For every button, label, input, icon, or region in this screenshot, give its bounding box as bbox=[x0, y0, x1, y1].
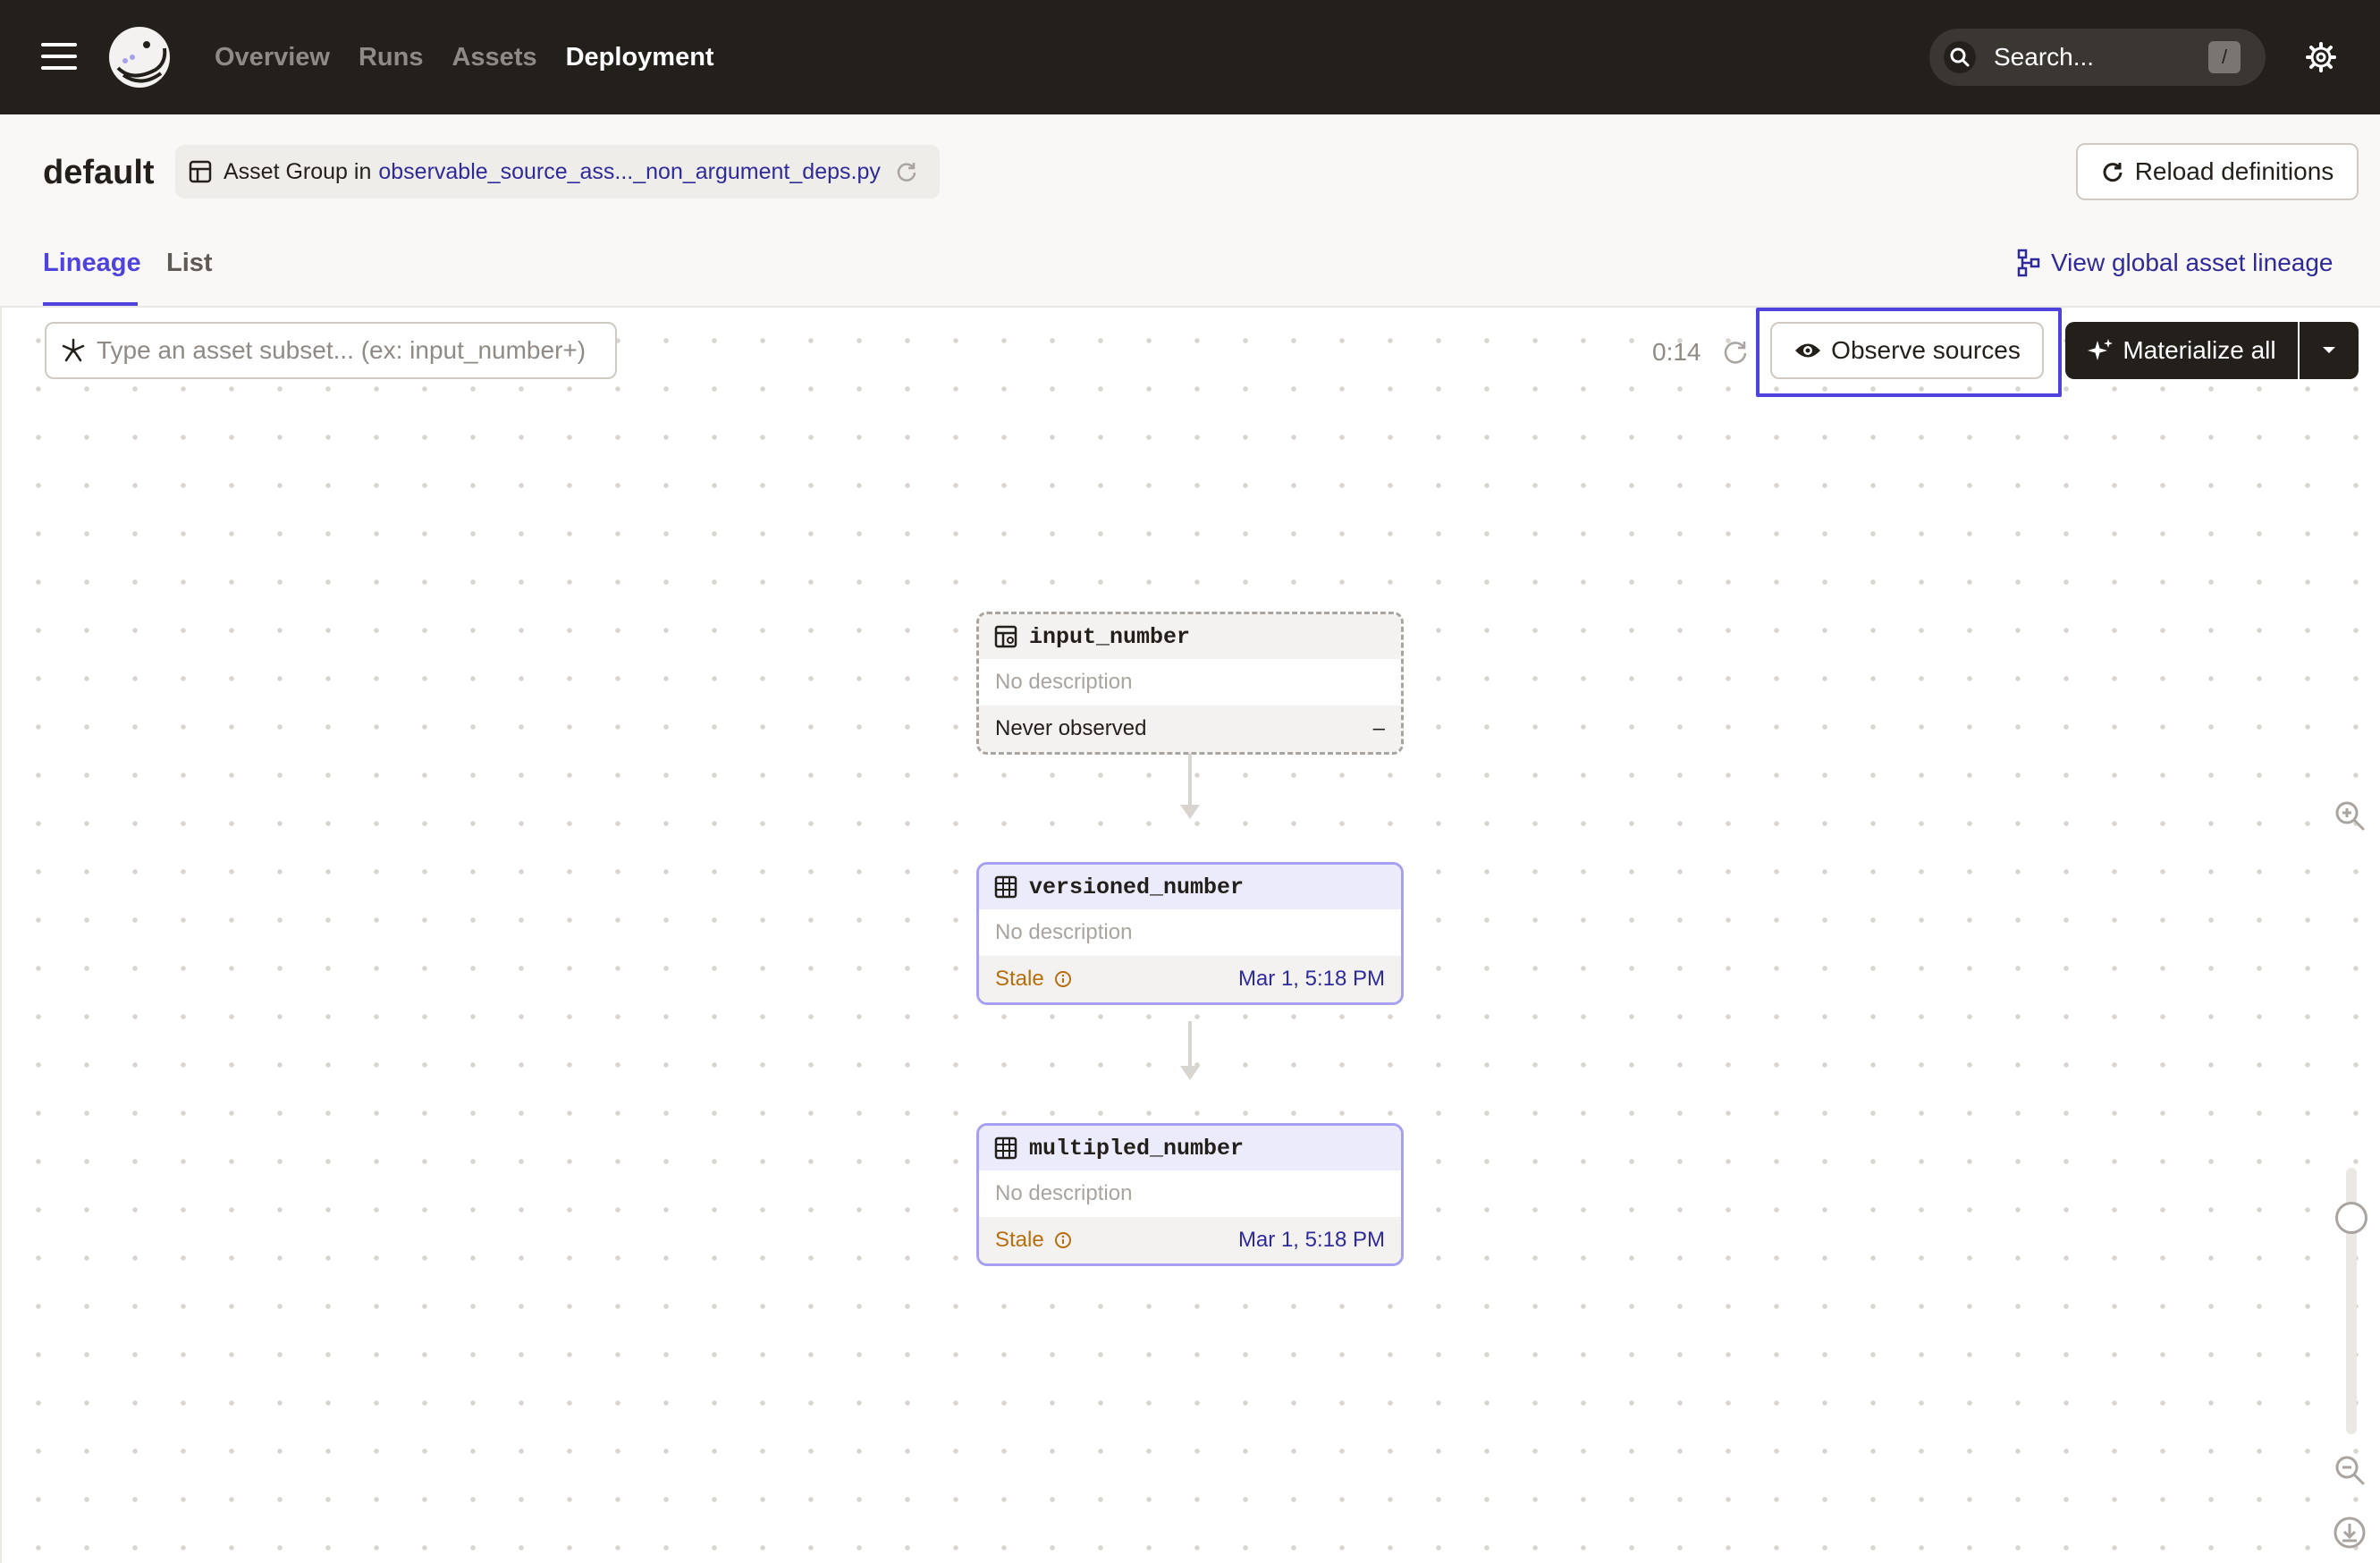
reload-definitions-label: Reload definitions bbox=[2134, 157, 2334, 185]
asset-node-name: multipled_number bbox=[1029, 1135, 1245, 1162]
asset-node-name: versioned_number bbox=[1029, 874, 1245, 900]
asset-node-header: multipled_number bbox=[979, 1126, 1401, 1170]
source-table-icon bbox=[994, 625, 1017, 648]
search-bar[interactable]: Search... / bbox=[1929, 29, 2266, 86]
stale-status[interactable]: Stale bbox=[995, 967, 1044, 992]
asset-node-name: input_number bbox=[1029, 623, 1191, 650]
asset-node-description: No description bbox=[979, 659, 1401, 705]
asterisk-icon bbox=[62, 338, 85, 362]
table-icon bbox=[994, 875, 1017, 899]
chevron-down-icon bbox=[2323, 347, 2335, 353]
asset-node-status-row: Stale Mar 1, 5:18 PM bbox=[979, 1217, 1401, 1263]
tab-lineage[interactable]: Lineage bbox=[43, 245, 141, 281]
info-icon[interactable] bbox=[1053, 969, 1073, 989]
dagster-logo-icon[interactable] bbox=[105, 23, 173, 91]
page-header: default Asset Group in observable_source… bbox=[0, 114, 2380, 308]
refresh-icon[interactable] bbox=[1722, 338, 1751, 367]
asset-node-status-row: Stale Mar 1, 5:18 PM bbox=[979, 956, 1401, 1002]
stale-status[interactable]: Stale bbox=[995, 1228, 1044, 1253]
nav-runs[interactable]: Runs bbox=[359, 39, 424, 75]
nav-overview[interactable]: Overview bbox=[215, 39, 330, 75]
view-global-lineage-link[interactable]: View global asset lineage bbox=[2017, 245, 2333, 281]
asset-group-prefix: Asset Group in bbox=[224, 158, 372, 184]
asset-node-status: Never observed bbox=[995, 716, 1147, 740]
asset-subset-input[interactable] bbox=[97, 336, 597, 365]
tab-list[interactable]: List bbox=[166, 245, 213, 281]
asset-group-icon bbox=[189, 160, 212, 183]
search-placeholder: Search... bbox=[1994, 43, 2095, 71]
asset-node-header: input_number bbox=[979, 614, 1401, 659]
last-materialized-time[interactable]: Mar 1, 5:18 PM bbox=[1238, 967, 1385, 992]
sparkle-icon bbox=[2088, 339, 2114, 360]
lineage-edge bbox=[1188, 1021, 1192, 1068]
asset-node-versioned-number[interactable]: versioned_number No description Stale Ma… bbox=[976, 862, 1404, 1005]
observe-sources-button[interactable]: Observe sources bbox=[1770, 322, 2044, 379]
table-icon bbox=[994, 1136, 1017, 1160]
active-tab-indicator bbox=[43, 302, 138, 306]
asset-node-description: No description bbox=[979, 1170, 1401, 1217]
eye-icon bbox=[1795, 343, 1821, 358]
nav-assets[interactable]: Assets bbox=[452, 39, 536, 75]
page-title: default bbox=[43, 154, 155, 191]
materialize-options-dropdown[interactable] bbox=[2300, 322, 2359, 379]
search-icon bbox=[1944, 41, 1976, 73]
asset-node-multipled-number[interactable]: multipled_number No description Stale Ma… bbox=[976, 1123, 1404, 1266]
materialize-all-button[interactable]: Materialize all bbox=[2065, 322, 2298, 379]
lineage-edge bbox=[1188, 753, 1192, 807]
hamburger-icon[interactable] bbox=[41, 43, 77, 72]
download-icon[interactable] bbox=[2332, 1515, 2367, 1550]
nav-deployment[interactable]: Deployment bbox=[566, 39, 714, 75]
code-location-link[interactable]: observable_source_ass..._non_argument_de… bbox=[378, 159, 881, 185]
asset-node-description: No description bbox=[979, 909, 1401, 956]
last-materialized-time[interactable]: Mar 1, 5:18 PM bbox=[1238, 1228, 1385, 1253]
zoom-out-icon[interactable] bbox=[2332, 1452, 2367, 1488]
asset-node-status-row: Never observed – bbox=[979, 705, 1401, 752]
asset-node-input-number[interactable]: input_number No description Never observ… bbox=[976, 612, 1404, 755]
gear-icon[interactable] bbox=[2305, 41, 2337, 73]
edge-arrowhead bbox=[1180, 805, 1200, 819]
view-global-lineage-label: View global asset lineage bbox=[2051, 249, 2334, 276]
edge-arrowhead bbox=[1180, 1066, 1200, 1080]
refresh-icon[interactable] bbox=[895, 160, 918, 183]
reload-definitions-button[interactable]: Reload definitions bbox=[2076, 143, 2359, 200]
asset-subset-filter[interactable] bbox=[45, 322, 617, 379]
zoom-in-icon[interactable] bbox=[2332, 798, 2367, 833]
asset-graph-canvas[interactable]: 0:14 Observe sources Materialize all bbox=[0, 308, 2380, 1563]
top-navigation-bar: Overview Runs Assets Deployment Search..… bbox=[0, 0, 2380, 114]
refresh-countdown: 0:14 bbox=[1652, 338, 1701, 366]
materialize-all-label: Materialize all bbox=[2123, 336, 2276, 364]
search-shortcut-key: / bbox=[2208, 41, 2241, 73]
refresh-icon bbox=[2103, 163, 2123, 182]
asset-group-tag: Asset Group in observable_source_ass..._… bbox=[175, 145, 940, 199]
zoom-slider-handle[interactable] bbox=[2335, 1202, 2367, 1234]
lineage-graph-icon bbox=[2017, 249, 2040, 277]
main-nav: Overview Runs Assets Deployment bbox=[215, 39, 743, 75]
asset-node-value: – bbox=[1372, 716, 1385, 740]
observe-sources-label: Observe sources bbox=[1831, 336, 2021, 364]
asset-node-header: versioned_number bbox=[979, 865, 1401, 909]
info-icon[interactable] bbox=[1053, 1230, 1073, 1250]
